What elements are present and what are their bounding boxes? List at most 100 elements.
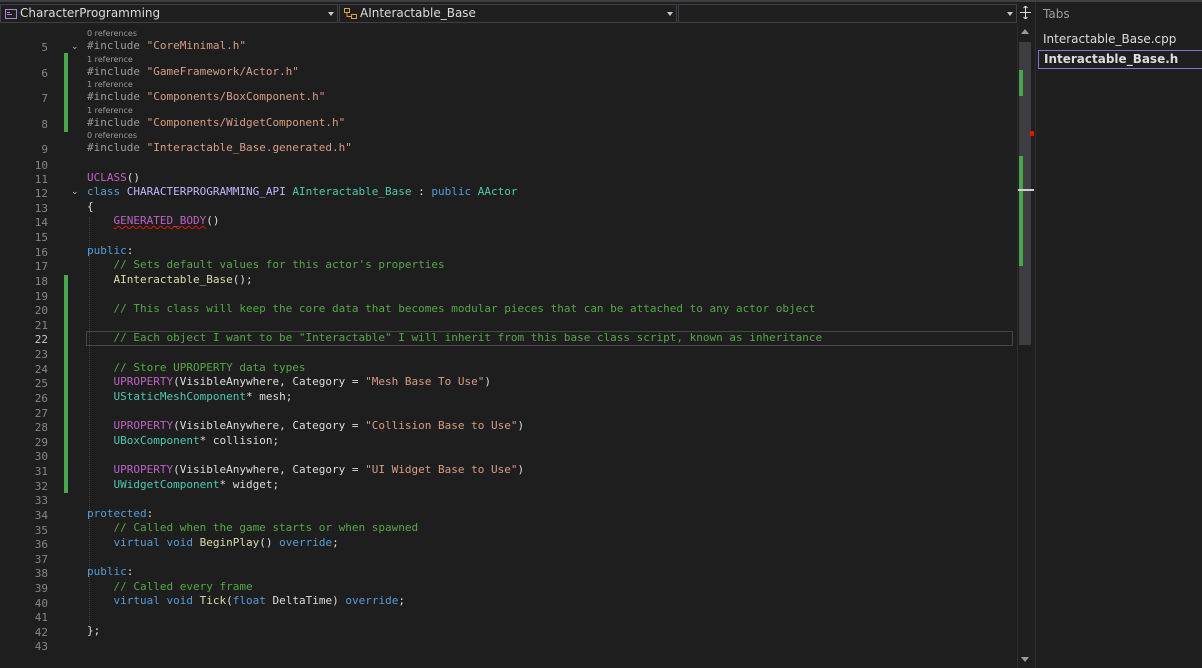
code-line: public: [87,565,133,578]
keyword: public [87,244,127,257]
line-number: 29 [34,436,48,449]
chevron-down-icon[interactable] [1007,12,1013,16]
vertical-scrollbar[interactable] [1017,25,1034,668]
class-icon [344,7,357,19]
codelens-references[interactable]: 0 references [87,131,137,140]
keyword: public [431,185,478,198]
line-number: 19 [34,290,48,303]
class-name: AInteractable_Base [360,6,476,20]
code-line: UBoxComponent* collision; [87,434,280,447]
code-line: UStaticMeshComponent* mesh; [87,390,293,403]
codelens-references[interactable]: 1 reference [87,55,133,64]
declaration: * widget; [219,478,280,491]
declaration: * collision; [199,434,280,447]
scroll-up-icon[interactable] [1021,29,1029,34]
change-map-marker [1019,70,1023,96]
collapse-icon[interactable]: ⌄ [71,43,79,52]
line-number: 43 [34,640,48,653]
string-literal: "CoreMinimal.h" [146,39,246,52]
line-number: 35 [34,524,48,537]
preprocessor: #include [87,116,147,129]
macro-args: (VisibleAnywhere, Category = [173,375,366,388]
code-line: virtual void BeginPlay() override; [87,536,339,549]
line-number: 6 [41,67,48,80]
code-line: #include "CoreMinimal.h" [87,39,246,52]
line-number: 31 [34,465,48,478]
code-line: virtual void Tick(float DeltaTime) overr… [87,594,405,607]
tab-interactable-base-h[interactable]: Interactable_Base.h [1038,50,1202,69]
change-marker [64,275,68,493]
line-number: 33 [34,494,48,507]
punctuation: : [146,507,154,520]
collapse-icon[interactable]: ⌄ [71,188,79,197]
codelens-references[interactable]: 1 reference [87,106,133,115]
line-number: 7 [41,92,48,105]
macro: GENERATED_BODY [113,214,207,227]
tabs-header: Tabs [1043,7,1070,21]
line-number: 36 [34,538,48,551]
error-marker [1030,131,1034,136]
code-editor[interactable]: 5 6 7 8 9 10 11 12 13 14 15 16 17 18 19 … [0,25,1017,668]
code-line: #include "Components/WidgetComponent.h" [87,116,345,129]
codelens-references[interactable]: 0 references [87,29,137,38]
tab-interactable-base-cpp[interactable]: Interactable_Base.cpp [1038,31,1202,50]
chevron-down-icon[interactable] [328,12,334,16]
punctuation: (); [232,273,253,286]
line-number: 34 [34,509,48,522]
code-line: UCLASS() [87,171,140,184]
type-name: UBoxComponent [113,434,200,447]
line-number: 13 [34,202,48,215]
keyword: protected [87,507,147,520]
type-name: UWidgetComponent [113,478,220,491]
chevron-down-icon[interactable] [667,12,673,16]
macro: UCLASS [87,171,127,184]
punctuation: ; [398,594,405,607]
preprocessor: #include [87,90,147,103]
class-dropdown[interactable]: AInteractable_Base [339,4,677,23]
preprocessor: #include [87,39,147,52]
punctuation: () [259,536,280,549]
line-number: 8 [41,118,48,131]
line-number: 12 [34,187,48,200]
brace: }; [87,624,101,637]
member-dropdown[interactable] [678,4,1017,23]
function-name: BeginPlay [199,536,260,549]
keyword: public [87,565,127,578]
string-literal: "Components/BoxComponent.h" [146,90,326,103]
line-number: 30 [34,450,48,463]
line-number: 20 [34,304,48,317]
punctuation: : [411,185,432,198]
line-number: 37 [34,553,48,566]
preprocessor: #include [87,65,147,78]
code-line: }; [87,624,100,637]
keyword: void [166,536,200,549]
code-line: #include "GameFramework/Actor.h" [87,65,299,78]
line-number: 38 [34,567,48,580]
macro: UPROPERTY [113,463,174,476]
project-dropdown[interactable]: CharacterProgramming [0,4,338,23]
line-number: 41 [34,611,48,624]
code-comment: // Store UPROPERTY data types [87,361,306,374]
code-line: UWidgetComponent* widget; [87,478,280,491]
punctuation: () [126,171,140,184]
string-literal: "GameFramework/Actor.h" [146,65,299,78]
codelens-references[interactable]: 1 reference [87,80,133,89]
project-name: CharacterProgramming [20,6,161,20]
string-literal: "UI Widget Base to Use" [365,463,518,476]
scroll-down-icon[interactable] [1021,657,1029,662]
line-number: 5 [41,41,48,54]
punctuation: : [126,244,134,257]
punctuation: ) [517,463,525,476]
brace: { [87,200,94,213]
macro: UPROPERTY [113,375,174,388]
split-window-icon[interactable] [1018,5,1033,23]
type-name: AInteractable_Base [292,185,412,198]
punctuation: ) [484,375,492,388]
macro-args: (VisibleAnywhere, Category = [173,463,366,476]
